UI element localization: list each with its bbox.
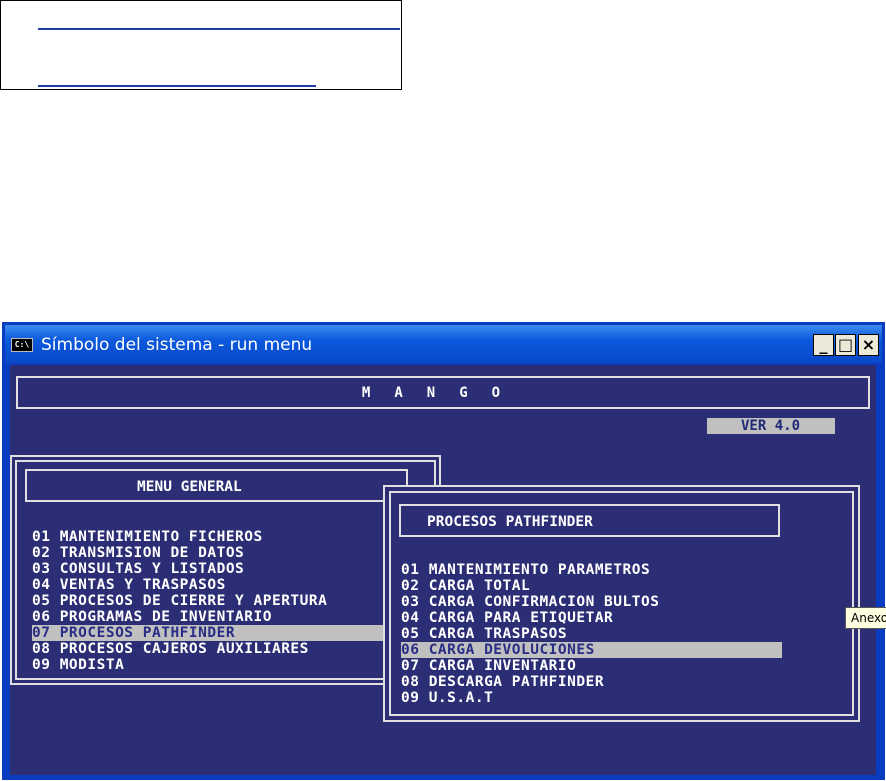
tooltip: Anexo: [845, 607, 886, 629]
pathfinder-item-01[interactable]: 01 MANTENIMIENTO PARAMETROS: [401, 562, 650, 578]
pathfinder-item-08[interactable]: 08 DESCARGA PATHFINDER: [401, 674, 604, 690]
pathfinder-item-03[interactable]: 03 CARGA CONFIRMACION BULTOS: [401, 594, 659, 610]
menu-general-item-07[interactable]: 07 PROCESOS PATHFINDER: [32, 625, 384, 641]
pathfinder-item-07[interactable]: 07 CARGA INVENTARIO: [401, 658, 576, 674]
console-window: C:\ Símbolo del sistema - run menu _ □ ×…: [2, 322, 885, 780]
menu-general-item-04[interactable]: 04 VENTAS Y TRASPASOS: [32, 577, 226, 593]
brand-title: MANGO: [361, 385, 525, 401]
doc-link-line-2[interactable]: [38, 85, 316, 87]
pathfinder-item-06[interactable]: 06 CARGA DEVOLUCIONES: [401, 642, 782, 658]
console-app-icon[interactable]: C:\: [11, 338, 33, 352]
header-box: MANGO: [16, 376, 870, 409]
menu-general-item-02[interactable]: 02 TRANSMISION DE DATOS: [32, 545, 244, 561]
pathfinder-item-05[interactable]: 05 CARGA TRASPASOS: [401, 626, 567, 642]
menu-general-item-05[interactable]: 05 PROCESOS DE CIERRE Y APERTURA: [32, 593, 327, 609]
titlebar[interactable]: C:\ Símbolo del sistema - run menu _ □ ×: [5, 325, 882, 363]
menu-general-item-03[interactable]: 03 CONSULTAS Y LISTADOS: [32, 561, 244, 577]
pathfinder-item-09[interactable]: 09 U.S.A.T: [401, 690, 493, 706]
minimize-button[interactable]: _: [813, 334, 834, 356]
pathfinder-title-box: PROCESOS PATHFINDER: [399, 504, 780, 537]
maximize-button[interactable]: □: [835, 334, 856, 356]
pathfinder-item-04[interactable]: 04 CARGA PARA ETIQUETAR: [401, 610, 613, 626]
pathfinder-title: PROCESOS PATHFINDER: [427, 514, 593, 530]
window-title: Símbolo del sistema - run menu: [41, 335, 313, 355]
menu-general-item-01[interactable]: 01 MANTENIMIENTO FICHEROS: [32, 529, 263, 545]
menu-general-item-08[interactable]: 08 PROCESOS CAJEROS AUXILIARES: [32, 641, 309, 657]
menu-general-title: MENU GENERAL: [137, 479, 242, 495]
menu-general-item-09[interactable]: 09 MODISTA: [32, 657, 124, 673]
menu-general-title-box: MENU GENERAL: [25, 469, 408, 502]
doc-link-line-1[interactable]: [38, 28, 400, 30]
menu-general-item-06[interactable]: 06 PROGRAMAS DE INVENTARIO: [32, 609, 272, 625]
document-box: [0, 0, 402, 90]
pathfinder-item-02[interactable]: 02 CARGA TOTAL: [401, 578, 530, 594]
version-badge: VER 4.0: [707, 418, 835, 434]
close-button[interactable]: ×: [858, 334, 879, 356]
console-area[interactable]: MANGO VER 4.0 MENU GENERAL 01 MANTENIMIE…: [10, 365, 876, 775]
